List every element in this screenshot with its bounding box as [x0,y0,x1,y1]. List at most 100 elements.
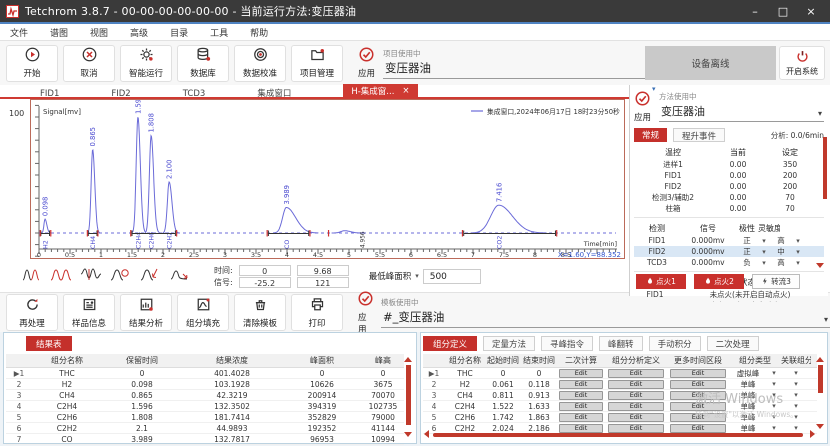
peak-drop-icon[interactable] [140,266,162,286]
scroll-down-icon[interactable] [404,432,412,437]
table-row[interactable]: 5C2H61.808181.741435282979000 [6,412,404,423]
数据校准-button[interactable]: 数据校准 [234,45,286,82]
table-row[interactable]: FID20.00200 [634,181,824,192]
table-row[interactable]: 5 C2H6 1.742 1.863 Edit Edit Edit 单峰 ▾ ▾ [423,412,817,423]
table-row[interactable]: FID10.00200 [634,170,824,181]
scroll-down-icon[interactable] [816,263,824,268]
time-max-field[interactable]: 9.68 [297,265,349,276]
definition-tab[interactable]: 定量方法 [483,336,535,351]
time-min-field[interactable]: 0 [239,265,291,276]
linked-component-select[interactable]: ▾ [781,380,811,388]
table-row[interactable]: 检测3/辅助20.0070 [634,192,824,203]
table-row[interactable]: TCD30.000mv负▾高▾ [634,257,824,268]
peak-type-select[interactable]: ▾ [767,424,781,432]
table-row[interactable]: 3 CH4 0.811 0.913 Edit Edit Edit 单峰 ▾ ▾ [423,390,817,401]
chevron-down-icon[interactable]: ▾ [758,259,770,267]
vertical-scrollbar-thumb[interactable] [823,137,827,199]
start-system-button[interactable]: 开启系统 [779,46,825,80]
项目管理-button[interactable]: 项目管理 [291,45,343,82]
peak-skim-icon[interactable] [170,266,192,286]
table-row[interactable]: 7CO3.989132.78179695310994 [6,434,404,445]
edit-analysis-definition-button[interactable]: Edit [608,380,664,389]
definition-tab[interactable]: 二次处理 [707,336,759,351]
table-row[interactable]: FID1未点火(未开启自动点火) [634,289,824,300]
table-row[interactable]: ▶1THC0401.402800 [6,368,404,379]
close-tab-icon[interactable]: × [402,86,409,96]
edit-secondary-calc-button[interactable]: Edit [559,402,602,411]
edit-time-ranges-button[interactable]: Edit [670,369,726,378]
table-row[interactable]: 2H20.098103.1928106263675 [6,379,404,390]
peak-type-select[interactable]: ▾ [767,369,781,377]
scroll-left-icon[interactable] [424,430,429,438]
edit-analysis-definition-button[interactable]: Edit [608,402,664,411]
definition-tab-active[interactable]: 组分定义 [423,336,477,351]
chromatogram-canvas[interactable]: 00.511.522.533.544.555.566.577.588.50.09… [30,99,625,259]
ignite1-button[interactable]: 点火1 [636,274,686,289]
edit-secondary-calc-button[interactable]: Edit [559,413,602,422]
menu-item[interactable]: 视图 [90,26,108,39]
menu-item[interactable]: 目录 [170,26,188,39]
maximize-button[interactable]: □ [770,5,796,18]
chevron-down-icon[interactable]: ▾ [792,237,804,245]
vertical-scrollbar-thumb[interactable] [406,365,411,425]
panel-collapse-icon[interactable]: ▾ [652,85,656,93]
scroll-up-icon[interactable] [404,357,412,362]
打印-button[interactable]: 打印 [291,294,343,331]
table-row[interactable]: 2 H2 0.061 0.118 Edit Edit Edit 单峰 ▾ ▾ [423,379,817,390]
linked-component-select[interactable]: ▾ [781,424,811,432]
scroll-down-icon[interactable] [816,424,824,429]
apply-project-button[interactable]: 应用 [358,47,375,79]
table-row[interactable]: 4C2H41.596132.3502394319102735 [6,401,404,412]
linked-component-select[interactable]: ▾ [781,402,811,410]
scroll-right-icon[interactable] [810,430,815,438]
vertical-scrollbar-thumb[interactable] [818,365,823,393]
tab-program-events[interactable]: 程升事件 [673,128,725,142]
table-row[interactable]: ▶1 THC 0 0 Edit Edit Edit 虚拟峰 ▾ ▾ [423,368,817,379]
edit-analysis-definition-button[interactable]: Edit [608,391,664,400]
menu-item[interactable]: 高级 [130,26,148,39]
linked-component-select[interactable]: ▾ [781,369,811,377]
scroll-up-icon[interactable] [816,357,824,362]
开始-button[interactable]: 开始 [6,45,58,82]
chevron-down-icon[interactable]: ▾ [792,248,804,256]
device-offline-button[interactable]: 设备离线 [645,46,776,80]
min-peak-area-input[interactable]: 500 [423,269,481,284]
取消-button[interactable]: 取消 [63,45,115,82]
edit-time-ranges-button[interactable]: Edit [670,413,726,422]
chevron-down-icon[interactable]: ▾ [792,259,804,267]
chevron-down-icon[interactable]: ▾ [415,272,419,280]
智能运行-button[interactable]: 智能运行 [120,45,172,82]
apply-template-button[interactable]: 应用 [358,291,373,335]
method-select[interactable]: 变压器油 ▾ [659,102,824,122]
edit-analysis-definition-button[interactable]: Edit [608,413,664,422]
清除模板-button[interactable]: 清除模板 [234,294,286,331]
menu-item[interactable]: 帮助 [250,26,268,39]
peak-type-select[interactable]: ▾ [767,391,781,399]
edit-analysis-definition-button[interactable]: Edit [608,424,664,433]
definition-tab[interactable]: 峰翻转 [599,336,643,351]
数据库-button[interactable]: 数据库 [177,45,229,82]
linked-component-select[interactable]: ▾ [781,391,811,399]
apply-method-button[interactable]: 应用 [634,91,651,123]
样品信息-button[interactable]: 样品信息 [63,294,115,331]
menu-item[interactable]: 谱图 [50,26,68,39]
signal-max-field[interactable]: 121 [297,277,349,288]
peak-circle-icon[interactable] [110,266,132,286]
horizontal-scrollbar-thumb[interactable] [433,433,803,437]
tab-regular[interactable]: 常规 [634,128,667,142]
menu-item[interactable]: 工具 [210,26,228,39]
chevron-down-icon[interactable]: ▾ [758,237,770,245]
table-row[interactable]: 进样10.00350 [634,159,824,170]
ignite2-button[interactable]: 点火2 [694,274,744,289]
edit-secondary-calc-button[interactable]: Edit [559,380,602,389]
table-row[interactable]: 4 C2H4 1.522 1.633 Edit Edit Edit 单峰 ▾ ▾ [423,401,817,412]
edit-time-ranges-button[interactable]: Edit [670,380,726,389]
edit-secondary-calc-button[interactable]: Edit [559,424,602,433]
definition-tab[interactable]: 寻峰指令 [541,336,593,351]
peak-merge-icon[interactable] [50,266,72,286]
edit-time-ranges-button[interactable]: Edit [670,402,726,411]
menu-item[interactable]: 文件 [10,26,28,39]
template-select[interactable]: #_变压器油 ▾ [381,308,830,328]
peak-type-select[interactable]: ▾ [767,413,781,421]
edit-analysis-definition-button[interactable]: Edit [608,369,664,378]
